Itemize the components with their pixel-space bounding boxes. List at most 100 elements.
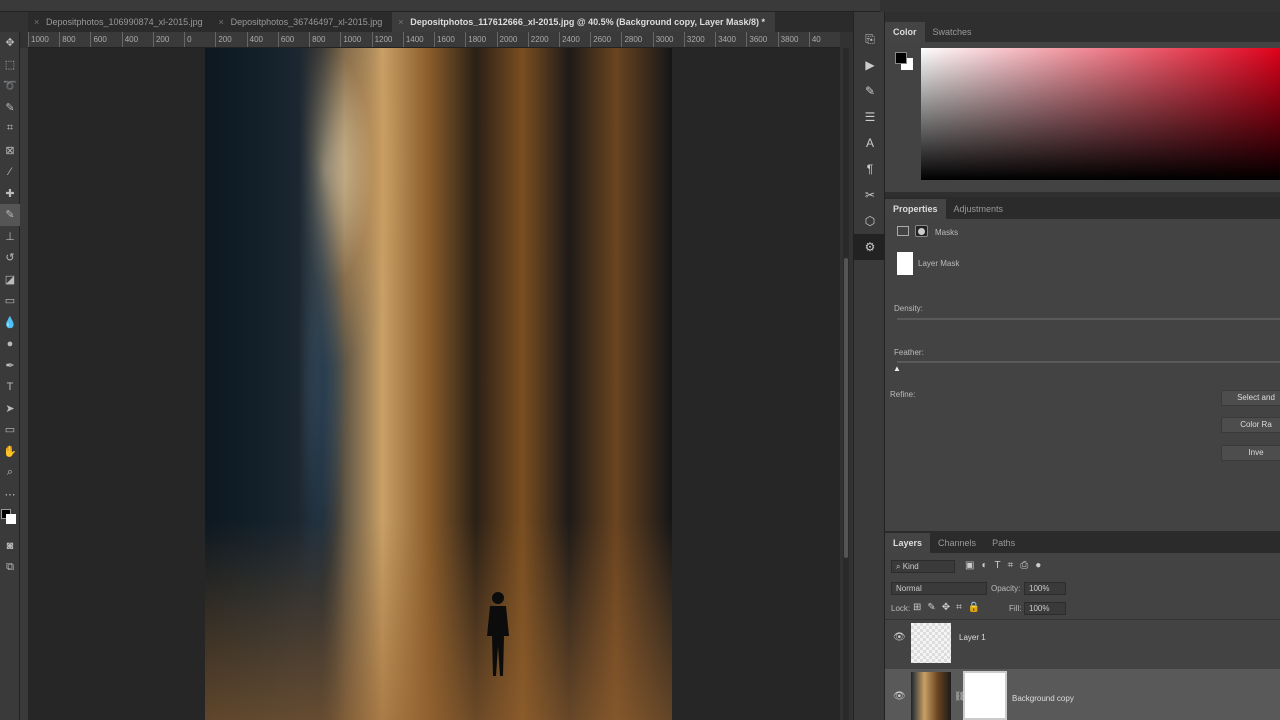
history-brush-icon[interactable]: ↺ <box>0 247 20 269</box>
vertical-scrollbar[interactable] <box>843 48 849 720</box>
brush-settings-icon[interactable]: ✎ <box>854 78 886 104</box>
vector-mask-icon[interactable] <box>915 225 928 237</box>
layer-mask-label: Layer Mask <box>918 259 960 268</box>
eyedropper-tool-icon[interactable]: ⁄ <box>0 161 20 183</box>
ruler-tick-label: 600 <box>90 32 121 47</box>
layer-row-selected[interactable]: 👁 ⛓ Background copy <box>885 669 1280 720</box>
opacity-input[interactable]: 100% <box>1024 582 1066 595</box>
filter-kind-value: Kind <box>902 562 919 571</box>
tab-properties[interactable]: Properties <box>885 199 946 219</box>
3d-cube-icon[interactable]: ⬡ <box>854 208 886 234</box>
tools-icon[interactable]: ✂ <box>854 182 886 208</box>
properties-gear-icon[interactable]: ⚙ <box>854 234 886 260</box>
search-icon: ⌕ <box>896 562 903 571</box>
gradient-tool-icon[interactable]: ▭ <box>0 290 20 312</box>
lock-icons[interactable]: ⊞✎✥⌗🔒 <box>913 602 986 613</box>
document-image[interactable] <box>205 48 672 720</box>
adjust-sliders-icon[interactable]: ☰ <box>854 104 886 130</box>
crop-tool-icon[interactable]: ⌗ <box>0 118 20 140</box>
density-label: Density: <box>894 304 923 313</box>
document-tab-active[interactable]: × Depositphotos_117612666_xl-2015.jpg @ 4… <box>392 12 776 32</box>
ruler-tick-label: 40 <box>808 32 840 47</box>
ruler-tick-label: 600 <box>277 32 309 47</box>
character-icon[interactable]: A <box>854 130 886 156</box>
ruler-tick-label: 200 <box>215 32 246 47</box>
color-field[interactable] <box>921 48 1280 180</box>
scrollbar-thumb[interactable] <box>844 258 848 558</box>
ruler-tick-label: 800 <box>59 32 90 47</box>
document-tab[interactable]: × Depositphotos_106990874_xl-2015.jpg <box>28 12 213 32</box>
actions-play-icon[interactable]: ▶ <box>854 52 886 78</box>
ruler-tick-label: 1800 <box>465 32 496 47</box>
close-icon[interactable]: × <box>34 17 39 27</box>
feather-slider[interactable] <box>897 361 1280 363</box>
eye-icon[interactable]: 👁 <box>893 691 906 702</box>
dodge-tool-icon[interactable]: ● <box>0 333 20 355</box>
foreground-color[interactable] <box>895 52 907 64</box>
document-tabs: × Depositphotos_106990874_xl-2015.jpg × De… <box>28 12 860 32</box>
ruler-tick-label: 3800 <box>777 32 809 47</box>
select-and-mask-button[interactable]: Select and <box>1221 390 1280 406</box>
frame-tool-icon[interactable]: ⊠ <box>0 140 20 162</box>
eraser-tool-icon[interactable]: ◪ <box>0 269 20 291</box>
options-bar <box>0 0 880 12</box>
ruler-tick-label: 2400 <box>558 32 590 47</box>
marquee-tool-icon[interactable]: ⬚ <box>0 54 20 76</box>
refine-label: Refine: <box>890 390 916 399</box>
blur-tool-icon[interactable]: 💧 <box>0 312 20 334</box>
right-panels: Color Swatches Properties Adjustments Ma… <box>885 12 1280 720</box>
layer-mask-icon <box>897 252 913 275</box>
screen-mode-icon[interactable]: ⧉ <box>0 557 20 579</box>
tab-adjustments[interactable]: Adjustments <box>946 199 1012 219</box>
healing-brush-icon[interactable]: ✚ <box>0 183 20 205</box>
layer-name: Background copy <box>1012 694 1074 703</box>
layer-row[interactable]: 👁 Layer 1 <box>885 619 1280 667</box>
more-tools-icon[interactable]: ⋯ <box>0 484 20 506</box>
pixel-mask-icon[interactable] <box>897 226 909 236</box>
ruler-tick-label: 2600 <box>590 32 621 47</box>
ruler-tick-label: 2000 <box>496 32 528 47</box>
masks-label: Masks <box>935 228 959 237</box>
ruler-tick-label: 400 <box>246 32 278 47</box>
stamp-tool-icon[interactable]: ⊥ <box>0 226 20 248</box>
ruler-tick-label: 2200 <box>527 32 559 47</box>
tab-channels[interactable]: Channels <box>930 533 984 553</box>
density-slider[interactable] <box>897 318 1280 320</box>
move-tool-icon[interactable]: ✥ <box>0 32 20 54</box>
color-swatches-icon[interactable] <box>0 505 20 535</box>
lock-label: Lock: <box>891 604 911 613</box>
layer-mask-thumbnail[interactable] <box>963 671 1007 720</box>
filter-kind-select[interactable]: ⌕ Kind <box>891 560 955 573</box>
tab-label: Depositphotos_117612666_xl-2015.jpg @ 40… <box>410 17 766 27</box>
tab-color[interactable]: Color <box>885 22 925 42</box>
history-icon[interactable]: ⎘ <box>854 26 886 52</box>
rectangle-tool-icon[interactable]: ▭ <box>0 419 20 441</box>
invert-button[interactable]: Inve <box>1221 445 1280 461</box>
person-silhouette <box>487 592 509 676</box>
tab-layers[interactable]: Layers <box>885 533 931 553</box>
feather-slider-handle[interactable]: ▲ <box>893 364 901 373</box>
color-range-button[interactable]: Color Ra <box>1221 417 1280 433</box>
panel-dock-icons: ⎘ ▶ ✎ ☰ A ¶ ✂ ⬡ ⚙ <box>853 12 886 720</box>
path-select-icon[interactable]: ➤ <box>0 398 20 420</box>
hand-tool-icon[interactable]: ✋ <box>0 441 20 463</box>
tab-label: Depositphotos_36746497_xl-2015.jpg <box>230 17 383 27</box>
eye-icon[interactable]: 👁 <box>893 632 906 643</box>
close-icon[interactable]: × <box>219 17 224 27</box>
tab-swatches[interactable]: Swatches <box>925 22 980 42</box>
type-tool-icon[interactable]: T <box>0 376 20 398</box>
tab-paths[interactable]: Paths <box>984 533 1023 553</box>
fill-input[interactable]: 100% <box>1024 602 1066 615</box>
brush-tool-icon[interactable]: ✎ <box>0 204 20 226</box>
quick-mask-icon[interactable]: ◙ <box>0 535 20 557</box>
document-tab[interactable]: × Depositphotos_36746497_xl-2015.jpg <box>213 12 393 32</box>
quick-select-tool-icon[interactable]: ✎ <box>0 97 20 119</box>
pen-tool-icon[interactable]: ✒ <box>0 355 20 377</box>
lasso-tool-icon[interactable]: ➰ <box>0 75 20 97</box>
ruler-tick-label: 1000 <box>340 32 371 47</box>
zoom-tool-icon[interactable]: ⌕ <box>0 462 20 484</box>
blend-mode-select[interactable]: Normal <box>891 582 987 595</box>
close-icon[interactable]: × <box>398 17 403 27</box>
paragraph-icon[interactable]: ¶ <box>854 156 886 182</box>
layer-filter-icons[interactable]: ▣◐T⌗⎙● <box>965 560 1048 571</box>
